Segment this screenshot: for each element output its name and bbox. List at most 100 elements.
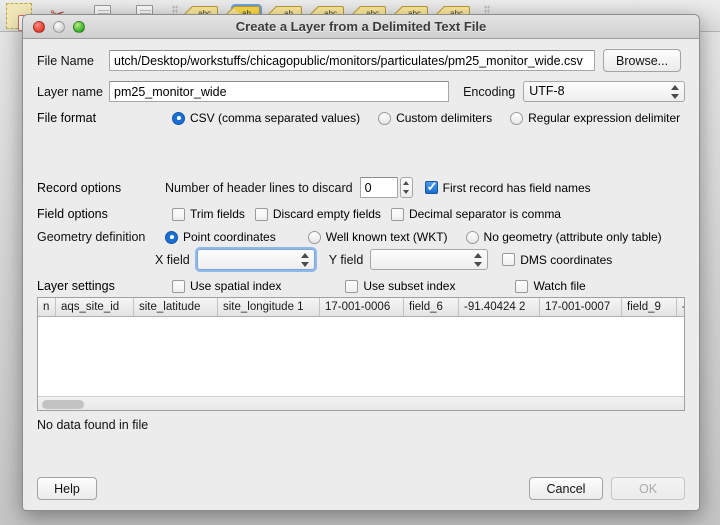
column-header[interactable]: aqs_site_id: [56, 298, 134, 316]
y-field-label: Y field: [328, 252, 364, 267]
field-options-row: Field options Trim fields Discard empty …: [37, 207, 685, 221]
radio-csv[interactable]: CSV (comma separated values): [172, 111, 360, 125]
header-lines-stepper[interactable]: [399, 177, 413, 198]
checkbox-first-record-field-names[interactable]: First record has field names: [424, 179, 591, 195]
y-field-select[interactable]: [370, 249, 489, 270]
radio-dot-icon: [378, 111, 392, 125]
header-lines-input[interactable]: [359, 177, 398, 198]
checkbox-icon: [345, 279, 359, 293]
file-format-row: File format CSV (comma separated values)…: [37, 111, 685, 125]
checkbox-icon: [502, 253, 516, 266]
radio-custom-delimiters[interactable]: Custom delimiters: [378, 111, 492, 125]
ok-button[interactable]: OK: [611, 477, 685, 500]
watch-file-label: Watch file: [533, 279, 586, 293]
column-header[interactable]: site_longitude 1: [218, 298, 320, 316]
column-header[interactable]: 17-001-0006: [320, 298, 404, 316]
file-format-label: File format: [37, 111, 97, 125]
radio-dot-icon: [465, 230, 479, 244]
column-header[interactable]: n: [38, 298, 56, 316]
x-field-select[interactable]: [194, 247, 317, 272]
use-spatial-index-label: Use spatial index: [190, 279, 282, 293]
layer-settings-row: Layer settings Use spatial index Use sub…: [37, 279, 685, 293]
checkbox-watch-file[interactable]: Watch file: [515, 279, 586, 293]
radio-csv-label: CSV (comma separated values): [190, 111, 361, 125]
decimal-separator-label: Decimal separator is comma: [408, 207, 561, 221]
checkbox-use-subset-index[interactable]: Use subset index: [345, 279, 455, 293]
column-header[interactable]: -91.40424 2: [459, 298, 540, 316]
chevron-updown-icon: [671, 84, 680, 100]
encoding-select[interactable]: UTF-8: [523, 81, 685, 102]
delimited-text-dialog: Create a Layer from a Delimited Text Fil…: [22, 14, 700, 511]
use-subset-index-label: Use subset index: [363, 279, 456, 293]
record-options-label: Record options: [37, 180, 122, 195]
checkbox-dms-coordinates[interactable]: DMS coordinates: [502, 253, 612, 267]
column-header[interactable]: -91.: [677, 298, 684, 316]
encoding-label: Encoding: [463, 84, 516, 99]
xy-field-row: X field Y field DMS coordinates: [37, 247, 685, 272]
radio-custom-delimiters-label: Custom delimiters: [396, 111, 493, 125]
scrollbar-thumb[interactable]: [42, 400, 84, 409]
file-name-label: File Name: [37, 53, 94, 68]
no-geometry-label: No geometry (attribute only table): [483, 230, 662, 244]
column-header[interactable]: field_6: [404, 298, 459, 316]
x-field-label: X field: [155, 252, 190, 267]
discard-empty-fields-label: Discard empty fields: [272, 207, 381, 221]
radio-no-geometry[interactable]: No geometry (attribute only table): [465, 230, 662, 244]
radio-dot-icon: [165, 230, 178, 244]
maximize-button[interactable]: [73, 21, 85, 33]
radio-regex-delimiter[interactable]: Regular expression delimiter: [510, 111, 680, 125]
dialog-title: Create a Layer from a Delimited Text Fil…: [235, 19, 487, 34]
browse-button[interactable]: Browse...: [603, 49, 682, 72]
layer-settings-label: Layer settings: [37, 279, 115, 293]
checkbox-icon: [172, 279, 185, 293]
dms-label: DMS coordinates: [520, 252, 613, 267]
checkmark-icon: [424, 179, 438, 194]
preview-table-body: [38, 317, 684, 396]
checkbox-icon: [254, 207, 268, 221]
checkbox-discard-empty-fields[interactable]: Discard empty fields: [254, 207, 381, 221]
horizontal-scrollbar[interactable]: [38, 396, 684, 410]
chevron-updown-icon: [474, 252, 483, 268]
dialog-footer: Help Cancel OK: [23, 477, 699, 500]
geometry-definition-row: Geometry definition Point coordinates We…: [37, 230, 685, 244]
checkbox-decimal-separator-comma[interactable]: Decimal separator is comma: [390, 207, 561, 221]
layer-name-row: Layer name Encoding UTF-8: [37, 81, 685, 102]
status-message: No data found in file: [37, 418, 149, 432]
checkbox-use-spatial-index[interactable]: Use spatial index: [172, 279, 281, 293]
dialog-titlebar[interactable]: Create a Layer from a Delimited Text Fil…: [23, 15, 699, 39]
radio-wkt[interactable]: Well known text (WKT): [307, 230, 448, 244]
field-options-label: Field options: [37, 207, 108, 221]
encoding-value: UTF-8: [529, 84, 565, 98]
cancel-button[interactable]: Cancel: [529, 477, 603, 500]
file-name-input[interactable]: [109, 50, 595, 71]
layer-name-input[interactable]: [109, 81, 450, 102]
geometry-definition-label: Geometry definition: [37, 230, 146, 244]
column-header[interactable]: field_9: [622, 298, 677, 316]
point-coordinates-label: Point coordinates: [183, 230, 276, 244]
checkbox-icon: [390, 207, 404, 221]
preview-table-header: n aqs_site_id site_latitude site_longitu…: [38, 298, 684, 317]
trim-fields-label: Trim fields: [190, 207, 245, 221]
first-record-label: First record has field names: [442, 180, 591, 195]
dialog-body: File Name Browse... Layer name Encoding …: [23, 39, 699, 432]
checkbox-icon: [172, 207, 185, 221]
wkt-label: Well known text (WKT): [325, 230, 448, 244]
close-button[interactable]: [33, 21, 45, 33]
checkbox-trim-fields[interactable]: Trim fields: [172, 207, 245, 221]
header-lines-label: Number of header lines to discard: [165, 180, 353, 195]
file-name-row: File Name Browse...: [37, 49, 685, 72]
minimize-button[interactable]: [53, 21, 65, 33]
layer-name-label: Layer name: [37, 84, 104, 99]
preview-table: n aqs_site_id site_latitude site_longitu…: [37, 297, 685, 411]
column-header[interactable]: 17-001-0007: [540, 298, 622, 316]
checkbox-icon: [515, 279, 529, 293]
radio-dot-icon: [172, 111, 185, 125]
chevron-updown-icon: [300, 252, 310, 268]
radio-dot-icon: [510, 111, 524, 125]
help-button[interactable]: Help: [37, 477, 97, 500]
record-options-row: Record options Number of header lines to…: [37, 177, 685, 198]
column-header[interactable]: site_latitude: [134, 298, 218, 316]
radio-point-coordinates[interactable]: Point coordinates: [165, 230, 276, 244]
radio-regex-delimiter-label: Regular expression delimiter: [528, 111, 681, 125]
radio-dot-icon: [307, 230, 321, 244]
